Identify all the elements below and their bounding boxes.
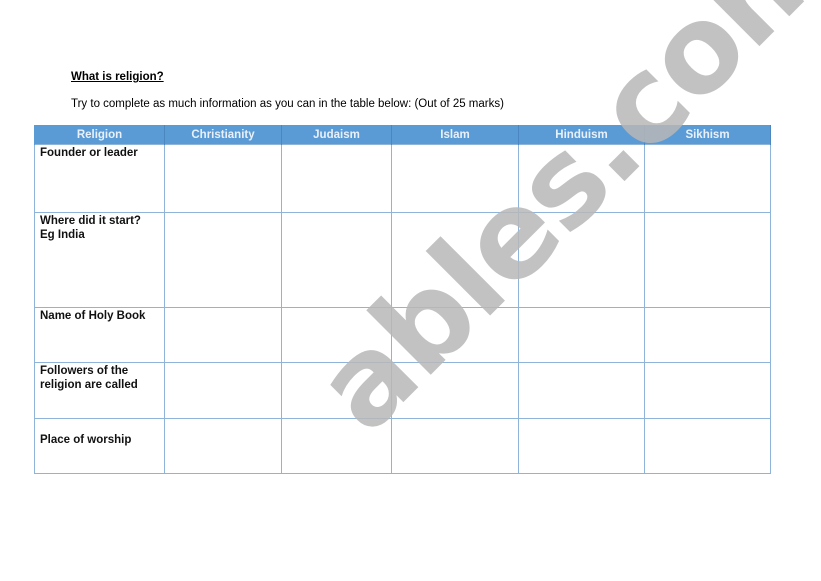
answer-cell[interactable] bbox=[164, 362, 282, 419]
row-label-line1: Where did it start? bbox=[40, 215, 141, 227]
row-label-line2: Eg India bbox=[40, 229, 85, 241]
row-label: Where did it start? Eg India bbox=[34, 212, 165, 308]
row-label-line1: Founder or leader bbox=[40, 147, 138, 159]
answer-cell[interactable] bbox=[391, 144, 519, 213]
header-religion: Religion bbox=[34, 125, 165, 145]
answer-cell[interactable] bbox=[518, 362, 645, 419]
answer-cell[interactable] bbox=[281, 212, 392, 308]
row-label-line1: Followers of the bbox=[40, 365, 129, 377]
answer-cell[interactable] bbox=[518, 144, 645, 213]
answer-cell[interactable] bbox=[518, 307, 645, 363]
instructions-text: Try to complete as much information as y… bbox=[71, 98, 504, 110]
answer-cell[interactable] bbox=[391, 212, 519, 308]
religion-table: Religion Christianity Judaism Islam Hind… bbox=[34, 125, 771, 474]
answer-cell[interactable] bbox=[281, 362, 392, 419]
answer-cell[interactable] bbox=[281, 307, 392, 363]
answer-cell[interactable] bbox=[391, 362, 519, 419]
answer-cell[interactable] bbox=[281, 418, 392, 474]
answer-cell[interactable] bbox=[518, 418, 645, 474]
table-row: Name of Holy Book bbox=[34, 307, 771, 363]
table-row: Founder or leader bbox=[34, 144, 771, 213]
row-label: Followers of the religion are called bbox=[34, 362, 165, 419]
answer-cell[interactable] bbox=[391, 307, 519, 363]
answer-cell[interactable] bbox=[164, 307, 282, 363]
answer-cell[interactable] bbox=[644, 307, 771, 363]
answer-cell[interactable] bbox=[164, 144, 282, 213]
header-islam: Islam bbox=[391, 125, 519, 145]
header-sikhism: Sikhism bbox=[644, 125, 771, 145]
answer-cell[interactable] bbox=[518, 212, 645, 308]
table-row: Followers of the religion are called bbox=[34, 362, 771, 419]
header-row: Religion Christianity Judaism Islam Hind… bbox=[34, 125, 771, 145]
table-row: Where did it start? Eg India bbox=[34, 212, 771, 308]
row-label-line1: Place of worship bbox=[40, 434, 132, 446]
answer-cell[interactable] bbox=[164, 418, 282, 474]
answer-cell[interactable] bbox=[644, 144, 771, 213]
answer-cell[interactable] bbox=[644, 362, 771, 419]
row-label: Founder or leader bbox=[34, 144, 165, 213]
answer-cell[interactable] bbox=[644, 212, 771, 308]
row-label-line1: Name of Holy Book bbox=[40, 310, 146, 322]
answer-cell[interactable] bbox=[281, 144, 392, 213]
row-label: Place of worship bbox=[34, 418, 165, 474]
header-judaism: Judaism bbox=[281, 125, 392, 145]
answer-cell[interactable] bbox=[644, 418, 771, 474]
table-row: Place of worship bbox=[34, 418, 771, 474]
worksheet-title: What is religion? bbox=[71, 71, 164, 83]
answer-cell[interactable] bbox=[164, 212, 282, 308]
row-label-line2: religion are called bbox=[40, 379, 138, 391]
header-christianity: Christianity bbox=[164, 125, 282, 145]
answer-cell[interactable] bbox=[391, 418, 519, 474]
header-hinduism: Hinduism bbox=[518, 125, 645, 145]
row-label: Name of Holy Book bbox=[34, 307, 165, 363]
